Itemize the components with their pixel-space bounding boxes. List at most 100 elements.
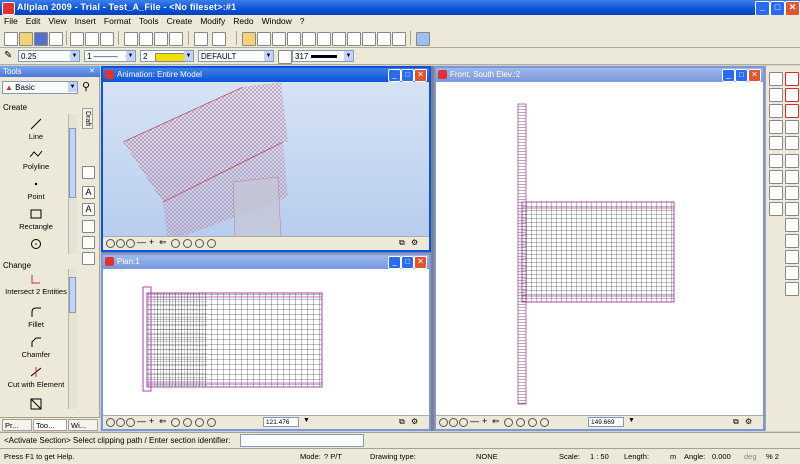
arrow-icon[interactable]: ⇐ — [492, 416, 500, 427]
cut-icon[interactable] — [124, 32, 138, 46]
change-scrollbar[interactable] — [68, 269, 77, 409]
front-elevation-viewport[interactable]: Front, South Elev.:2 _ □ ✕ — + ⇐ 149.669… — [434, 66, 765, 431]
measure-icon[interactable] — [785, 136, 799, 150]
mode-value[interactable]: ? P/T — [324, 449, 342, 464]
3d-box-icon[interactable] — [392, 32, 406, 46]
menu-tools[interactable]: Tools — [135, 15, 163, 26]
length-unit[interactable]: m — [670, 449, 676, 464]
side-image-icon[interactable] — [82, 252, 95, 265]
plan-viewport[interactable]: Plan:1 _ □ ✕ — + ⇐ 121.476 ▼ ⧉ ⚙ — [101, 253, 431, 431]
plan-minimize-button[interactable]: _ — [388, 256, 401, 269]
front-scale-dropdown-icon[interactable]: ▼ — [628, 417, 635, 424]
pattern-icon[interactable] — [332, 32, 346, 46]
maximize-button[interactable]: □ — [770, 1, 785, 16]
redo-view-icon[interactable] — [207, 239, 216, 248]
rotate-icon[interactable] — [195, 418, 204, 427]
front-elevation-drawing[interactable] — [436, 82, 763, 416]
arrow-icon[interactable]: ⇐ — [159, 237, 167, 248]
window-icon[interactable] — [785, 266, 799, 280]
door-icon[interactable] — [785, 250, 799, 264]
help-pointer-icon[interactable] — [416, 32, 430, 46]
rotate-icon[interactable] — [528, 418, 537, 427]
create-scrollbar[interactable] — [68, 114, 77, 254]
side-window-icon[interactable] — [82, 236, 95, 249]
group-change[interactable]: Change — [3, 261, 31, 270]
redo-icon[interactable] — [212, 32, 226, 46]
tool-cut-with-element[interactable]: Cut with Element — [4, 366, 68, 389]
zoom-in-icon[interactable]: + — [149, 416, 154, 426]
tool-rectangle[interactable]: Rectangle — [4, 208, 68, 231]
menu-redo[interactable]: Redo — [229, 15, 257, 26]
line-color-select[interactable]: 2 ▼ — [140, 50, 194, 62]
arrow-icon[interactable]: ⇐ — [159, 416, 167, 427]
menu-file[interactable]: File — [0, 15, 22, 26]
plan-maximize-button[interactable]: □ — [401, 256, 414, 269]
section-identifier-input[interactable] — [240, 434, 364, 447]
image-icon[interactable] — [347, 32, 361, 46]
redo-view-icon[interactable] — [540, 418, 549, 427]
pick-line-icon[interactable] — [769, 88, 783, 102]
plan-viewport-title[interactable]: Plan:1 _ □ ✕ — [103, 255, 429, 269]
camera-icon[interactable] — [171, 418, 180, 427]
tool-fillet[interactable]: Fillet — [4, 306, 68, 329]
app-title-bar[interactable]: Allplan 2009 - Trial - Test_A_File - <No… — [0, 0, 800, 16]
camera-icon[interactable] — [171, 239, 180, 248]
menu-window[interactable]: Window — [258, 15, 296, 26]
layer-settings-icon[interactable] — [278, 50, 292, 64]
linetype-number-select[interactable]: 317 ▼ — [292, 50, 354, 62]
pen-red-icon[interactable] — [785, 72, 799, 86]
slab-icon[interactable] — [785, 218, 799, 232]
layer-icon[interactable] — [242, 32, 256, 46]
allplan-app-icon[interactable] — [2, 2, 15, 15]
minimize-button[interactable]: _ — [755, 1, 770, 16]
side-label-icon[interactable]: A — [82, 203, 95, 216]
angle-unit[interactable]: deg — [744, 449, 757, 464]
line-type-select[interactable]: 1 ——— ▼ — [84, 50, 136, 62]
plan-scale-dropdown-icon[interactable]: ▼ — [303, 417, 310, 424]
pen-icon[interactable]: ✎ — [4, 50, 16, 62]
format-properties-icon[interactable] — [257, 32, 271, 46]
menu-insert[interactable]: Insert — [71, 15, 100, 26]
zoom-in-icon[interactable]: + — [482, 416, 487, 426]
hatch-icon[interactable] — [317, 32, 331, 46]
new-file-icon[interactable] — [4, 32, 18, 46]
side-grid-icon[interactable] — [82, 220, 95, 233]
zoom-out-icon[interactable]: — — [137, 237, 146, 247]
front-minimize-button[interactable]: _ — [722, 69, 735, 82]
tool-point[interactable]: Point — [4, 178, 68, 201]
modify-red-icon[interactable] — [785, 104, 799, 118]
orbit-icon[interactable] — [183, 239, 192, 248]
viewport-settings-icon[interactable]: ⚙ — [411, 417, 418, 426]
reference-icon[interactable] — [287, 32, 301, 46]
grid-icon[interactable] — [785, 120, 799, 134]
camera-icon[interactable] — [504, 418, 513, 427]
viewport-options-icon[interactable]: ⧉ — [399, 417, 405, 427]
pan-icon[interactable] — [459, 418, 468, 427]
tab-wizards[interactable]: Wi... — [68, 419, 98, 431]
viewport-options-icon[interactable]: ⧉ — [733, 417, 739, 427]
palette-close-icon[interactable]: ✕ — [89, 67, 95, 75]
snap-point-icon[interactable] — [769, 154, 783, 168]
front-close-button[interactable]: ✕ — [748, 69, 761, 82]
undo-icon[interactable] — [194, 32, 208, 46]
zoom-out-icon[interactable]: — — [137, 416, 146, 426]
fill-icon[interactable] — [302, 32, 316, 46]
plane-icon[interactable] — [785, 154, 799, 168]
snap-sum-icon[interactable] — [769, 186, 783, 200]
delete-icon[interactable] — [169, 32, 183, 46]
animation-close-button[interactable]: ✕ — [414, 69, 427, 82]
zoom-window-icon[interactable] — [449, 418, 458, 427]
room-icon[interactable] — [785, 282, 799, 296]
close-button[interactable]: ✕ — [785, 1, 800, 16]
plan-close-button[interactable]: ✕ — [414, 256, 427, 269]
angle-value[interactable]: 0.000 — [712, 449, 731, 464]
paste-icon[interactable] — [154, 32, 168, 46]
binoculars-icon[interactable]: ⚲ — [82, 80, 90, 93]
animation-maximize-button[interactable]: □ — [401, 69, 414, 82]
symbol-icon[interactable] — [377, 32, 391, 46]
zoom-out-icon[interactable]: — — [470, 416, 479, 426]
tool-intersect-2-entities[interactable]: Intersect 2 Entities — [4, 273, 68, 296]
format-painter-icon[interactable] — [769, 136, 783, 150]
pan-icon[interactable] — [126, 418, 135, 427]
column-icon[interactable] — [785, 186, 799, 200]
